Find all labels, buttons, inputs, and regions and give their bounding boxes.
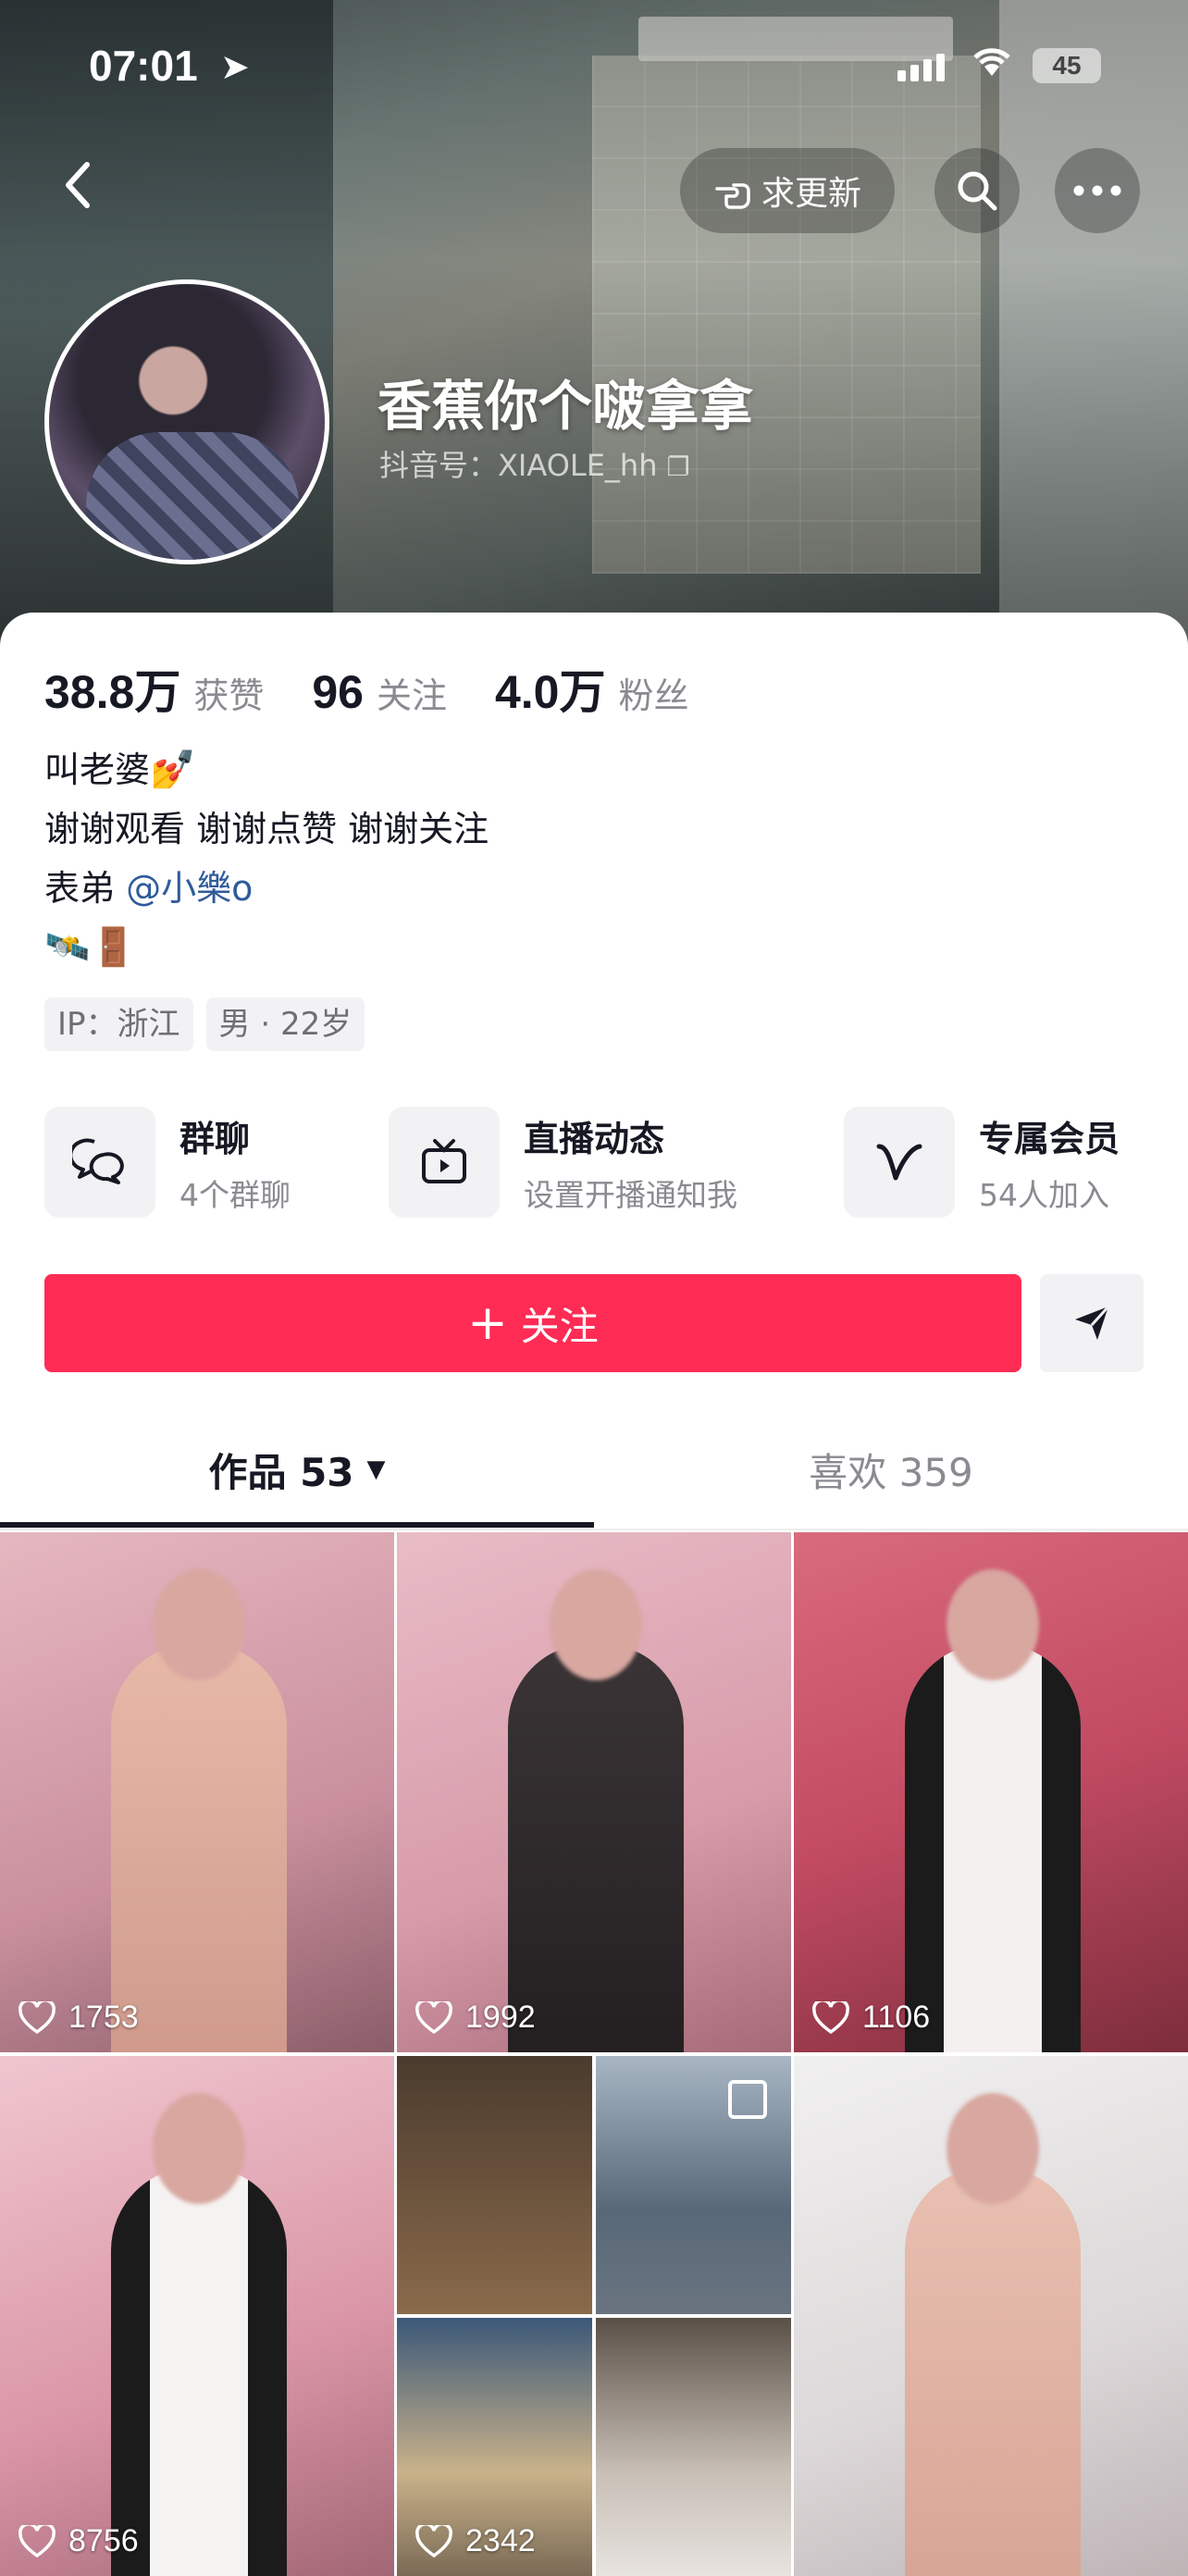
heart-icon [415, 2524, 452, 2557]
video-like-value: 1106 [862, 2000, 931, 2035]
bio-mention-link[interactable]: @小樂o [126, 868, 253, 909]
video-thumbnail[interactable]: 1106 [794, 1532, 1188, 2052]
bio-line-3-prefix: 表弟 [44, 868, 127, 909]
display-name: 香蕉你个啵拿拿 [377, 375, 754, 438]
send-message-button[interactable] [1040, 1274, 1144, 1372]
following-count[interactable]: 96 [312, 665, 364, 719]
search-icon [958, 171, 997, 211]
group-chat-subtitle: 4个群聊 [179, 1176, 291, 1213]
video-thumbnail[interactable]: 2342 [397, 2056, 791, 2576]
cellular-signal-icon [897, 54, 949, 81]
membership-title: 专属会员 [979, 1118, 1120, 1159]
hand-point-icon [715, 183, 750, 209]
video-like-value: 8756 [68, 2523, 139, 2558]
search-button[interactable] [934, 148, 1020, 233]
group-chat-title: 群聊 [179, 1118, 251, 1159]
follow-label: 关注 [520, 1303, 599, 1349]
avatar-figure [86, 432, 299, 560]
request-update-button[interactable]: 求更新 [680, 148, 895, 233]
heart-icon [415, 2000, 452, 2034]
thumbnail-figure [508, 1643, 684, 2052]
group-chat-icon [44, 1107, 155, 1218]
caret-down-icon: ▼ [366, 1455, 386, 1483]
video-thumbnail[interactable]: 8756 [0, 2056, 394, 2576]
more-dots-icon [1073, 185, 1121, 196]
tab-likes[interactable]: 喜欢 359 [594, 1414, 1188, 1525]
live-status-subtitle: 设置开播通知我 [524, 1176, 737, 1213]
video-like-count: 1753 [19, 2000, 139, 2036]
content-tabs: 作品 53 ▼ 喜欢 359 [0, 1414, 1188, 1530]
follow-button[interactable]: + 关注 [44, 1274, 1021, 1372]
video-like-count: 1106 [812, 2000, 930, 2036]
ip-location-tag: IP：浙江 [44, 997, 193, 1051]
vip-v-icon [844, 1107, 955, 1218]
bio-line-2: 谢谢观看 谢谢点赞 谢谢关注 [44, 809, 489, 849]
request-update-label: 求更新 [761, 175, 861, 213]
nail-polish-emoji: 💅 [150, 749, 196, 791]
likes-label: 获赞 [193, 675, 265, 716]
tab-active-indicator [0, 1522, 594, 1528]
bio-line-1: 叫老婆💅 [44, 740, 489, 799]
heart-icon [19, 2524, 56, 2557]
thumbnail-head [153, 2093, 245, 2204]
douyin-id-text: 抖音号：XIAOLE_hh [379, 448, 658, 483]
likes-count: 38.8万 [44, 666, 181, 718]
thumbnail-head [550, 1569, 642, 1680]
bio-line-1-text: 叫老婆 [44, 749, 151, 790]
profile-stats: 38.8万 获赞 96 关注 4.0万 粉丝 [44, 655, 737, 722]
followers-count[interactable]: 4.0万 [495, 655, 606, 722]
bio-line-3: 表弟 @小樂o [44, 859, 489, 918]
video-like-count: 8756 [19, 2523, 139, 2559]
heart-icon [812, 2000, 849, 2034]
video-like-count: 2342 [415, 2523, 536, 2559]
live-tv-icon [389, 1107, 500, 1218]
location-arrow-icon: ➤ [220, 46, 250, 87]
collage-photo [596, 2318, 791, 2576]
battery-icon: 45 [1033, 48, 1101, 83]
thumbnail-head [947, 2093, 1039, 2204]
following-label[interactable]: 关注 [377, 667, 447, 718]
status-time: 07:01 [89, 42, 198, 90]
tab-works-label: 作品 53 [208, 1449, 354, 1495]
copy-icon[interactable]: ❐ [667, 452, 690, 482]
back-button[interactable] [59, 157, 115, 222]
tab-likes-label: 喜欢 359 [809, 1449, 973, 1495]
send-icon [1075, 1305, 1110, 1340]
bio-line-4-emoji: 🛰️🚪 [44, 926, 137, 969]
video-like-value: 1992 [465, 2000, 536, 2035]
collage-photo [397, 2056, 592, 2314]
status-bar: 07:01 ➤ 45 [0, 35, 1188, 100]
live-status-title: 直播动态 [524, 1118, 665, 1159]
membership-subtitle: 54人加入 [979, 1176, 1109, 1213]
gender-age-tag: 男 · 22岁 [205, 997, 365, 1051]
thumbnail-head [947, 1569, 1039, 1680]
photo-collage [397, 2056, 791, 2576]
multi-image-icon [728, 2080, 767, 2119]
live-status-entry[interactable]: 直播动态 设置开播通知我 [389, 1107, 737, 1218]
video-like-value: 1753 [68, 2000, 139, 2035]
chevron-left-icon [66, 162, 90, 208]
tab-works[interactable]: 作品 53 ▼ [0, 1414, 594, 1525]
thumbnail-figure [905, 1643, 1081, 2052]
thumbnail-figure [111, 1643, 287, 2052]
douyin-id[interactable]: 抖音号：XIAOLE_hh ❐ [379, 442, 690, 485]
group-chat-entry[interactable]: 群聊 4个群聊 [44, 1107, 291, 1218]
avatar[interactable] [44, 279, 329, 564]
video-thumbnail[interactable]: 1753 [0, 1532, 394, 2052]
thumbnail-figure [905, 2167, 1081, 2576]
bio: 叫老婆💅 谢谢观看 谢谢点赞 谢谢关注 表弟 @小樂o 🛰️🚪 [44, 740, 489, 977]
plus-icon: + [467, 1295, 508, 1351]
video-thumbnail[interactable] [794, 2056, 1188, 2576]
thumbnail-figure [111, 2167, 287, 2576]
followers-label[interactable]: 粉丝 [619, 667, 689, 718]
heart-icon [19, 2000, 56, 2034]
membership-entry[interactable]: 专属会员 54人加入 [844, 1107, 1120, 1218]
video-like-count: 1992 [415, 2000, 536, 2036]
video-thumbnail[interactable]: 1992 [397, 1532, 791, 2052]
wifi-icon [971, 44, 1012, 87]
more-button[interactable] [1055, 148, 1140, 233]
video-like-value: 2342 [465, 2523, 536, 2558]
profile-tags: IP：浙江 男 · 22岁 [44, 997, 365, 1051]
thumbnail-head [153, 1569, 245, 1680]
